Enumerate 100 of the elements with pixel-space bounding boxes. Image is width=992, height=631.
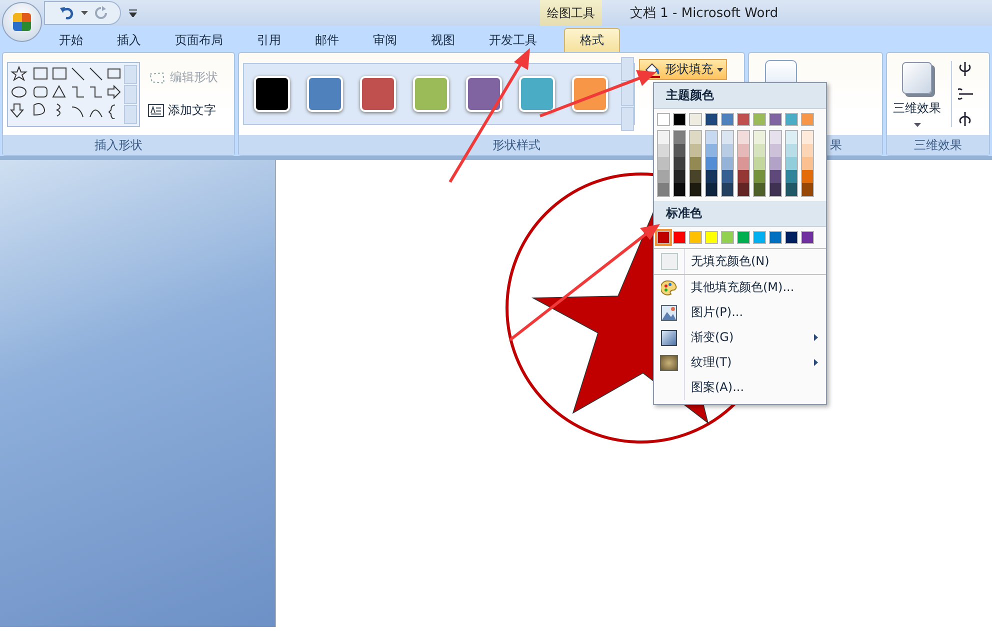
color-swatch[interactable] [658,170,669,183]
color-swatch[interactable] [674,183,685,196]
color-swatch[interactable] [738,183,749,196]
color-swatch[interactable] [705,113,718,126]
color-swatch[interactable] [770,157,781,170]
menu-item[interactable]: 图片(P)... [654,300,826,325]
color-swatch[interactable] [754,144,765,157]
3d-effects-button[interactable]: 三维效果 [891,62,943,126]
color-swatch[interactable] [770,183,781,196]
color-swatch[interactable] [658,183,669,196]
color-swatch[interactable] [754,183,765,196]
color-swatch[interactable] [722,144,733,157]
color-swatch[interactable] [786,157,797,170]
color-swatch[interactable] [754,170,765,183]
gallery-more-button[interactable] [124,104,137,124]
redo-icon[interactable] [94,6,108,20]
shape-style-swatch[interactable] [413,76,449,112]
color-swatch[interactable] [738,170,749,183]
color-swatch[interactable] [737,113,750,126]
menu-item[interactable]: 纹理(T) [654,350,826,375]
color-swatch[interactable] [674,131,685,144]
color-swatch[interactable] [706,157,717,170]
shapes-gallery[interactable] [10,64,122,118]
color-swatch[interactable] [690,183,701,196]
color-swatch[interactable] [770,170,781,183]
dropdown-arrow-icon[interactable] [81,11,88,15]
color-swatch[interactable] [786,131,797,144]
color-swatch[interactable] [722,157,733,170]
add-text-button[interactable]: 添加文字 [148,102,218,119]
menu-item[interactable]: 其他填充颜色(M)... [654,275,826,300]
color-swatch[interactable] [673,113,686,126]
color-swatch[interactable] [674,144,685,157]
color-swatch[interactable] [657,231,670,244]
office-button[interactable] [2,2,42,42]
color-swatch[interactable] [738,144,749,157]
scroll-down-button[interactable] [124,84,137,104]
ribbon-tab[interactable]: 开始 [44,28,98,52]
shape-style-swatch[interactable] [360,76,396,112]
color-swatch[interactable] [690,144,701,157]
color-swatch[interactable] [802,170,813,183]
color-swatch[interactable] [802,183,813,196]
color-swatch[interactable] [770,144,781,157]
color-swatch[interactable] [738,131,749,144]
color-swatch[interactable] [673,231,686,244]
color-swatch[interactable] [802,131,813,144]
shape-style-swatch[interactable] [572,76,608,112]
color-swatch[interactable] [801,231,814,244]
color-swatch[interactable] [769,113,782,126]
tilt-up-icon[interactable] [958,61,972,77]
color-swatch[interactable] [722,170,733,183]
color-swatch[interactable] [801,113,814,126]
color-swatch[interactable] [689,231,702,244]
shape-style-swatch[interactable] [307,76,343,112]
color-swatch[interactable] [657,113,670,126]
color-swatch[interactable] [754,131,765,144]
ribbon-tab[interactable]: 开发工具 [474,28,552,52]
menu-item[interactable]: 无填充颜色(N) [654,249,826,275]
color-swatch[interactable] [706,131,717,144]
ribbon-tab[interactable]: 格式 [564,28,620,52]
color-swatch[interactable] [802,157,813,170]
color-swatch[interactable] [785,231,798,244]
color-swatch[interactable] [690,157,701,170]
color-swatch[interactable] [705,231,718,244]
customize-menu-icon[interactable] [129,9,137,17]
color-swatch[interactable] [802,144,813,157]
scroll-down-button[interactable] [621,82,634,106]
undo-icon[interactable] [59,6,75,20]
color-swatch[interactable] [706,183,717,196]
ribbon-tab[interactable]: 页面布局 [160,28,238,52]
color-swatch[interactable] [690,131,701,144]
shape-style-swatch[interactable] [519,76,555,112]
ribbon-tab[interactable]: 引用 [242,28,296,52]
color-swatch[interactable] [786,144,797,157]
color-swatch[interactable] [754,157,765,170]
color-swatch[interactable] [785,113,798,126]
menu-item[interactable]: 渐变(G) [654,325,826,350]
ribbon-tab[interactable]: 邮件 [300,28,354,52]
color-swatch[interactable] [721,113,734,126]
color-swatch[interactable] [769,231,782,244]
color-swatch[interactable] [674,157,685,170]
ribbon-tab[interactable]: 插入 [102,28,156,52]
color-swatch[interactable] [786,170,797,183]
color-swatch[interactable] [786,183,797,196]
color-swatch[interactable] [722,183,733,196]
color-swatch[interactable] [737,231,750,244]
color-swatch[interactable] [689,113,702,126]
color-swatch[interactable] [753,231,766,244]
tilt-down-icon[interactable] [958,111,972,127]
color-swatch[interactable] [738,157,749,170]
color-swatch[interactable] [674,170,685,183]
color-swatch[interactable] [658,131,669,144]
gallery-more-button[interactable] [621,107,634,131]
scroll-up-button[interactable] [124,64,137,84]
color-swatch[interactable] [658,157,669,170]
color-swatch[interactable] [706,170,717,183]
ribbon-tab[interactable]: 视图 [416,28,470,52]
menu-item[interactable]: 图案(A)... [654,375,826,400]
color-swatch[interactable] [770,131,781,144]
shape-fill-button[interactable]: 形状填充 [639,59,727,80]
color-swatch[interactable] [658,144,669,157]
